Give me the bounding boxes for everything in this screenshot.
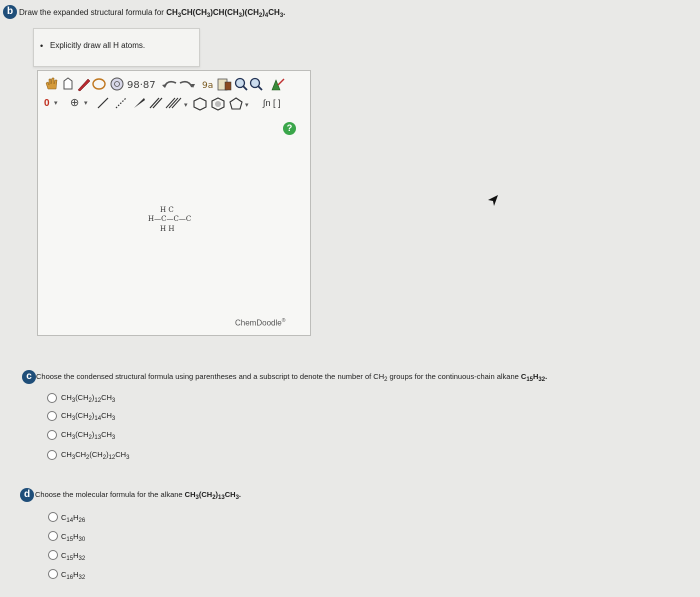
- zoom-in-icon[interactable]: [234, 77, 248, 91]
- pencil-icon[interactable]: [77, 78, 91, 92]
- part-b-badge: b: [3, 5, 17, 19]
- eraser-icon[interactable]: [63, 77, 73, 90]
- part-b-prompt-text: Draw the expanded structural formula for: [19, 8, 167, 17]
- part-b-formula: CH3CH(CH3)CH(CH3)(CH2)4CH3.: [166, 8, 286, 19]
- part-d-badge: d: [20, 488, 34, 502]
- svg-text:▾: ▾: [245, 102, 249, 109]
- part-c-prompt: Choose the condensed structural formula …: [36, 372, 548, 383]
- svg-text:9a: 9a: [202, 81, 213, 91]
- structure-row-top: H C: [160, 206, 174, 214]
- clipboard-icon[interactable]: [217, 78, 232, 91]
- toolbar-row-1: 98·87 9a: [45, 77, 285, 92]
- plus-charge-tool[interactable]: ⊕: [70, 97, 79, 109]
- help-icon[interactable]: ?: [283, 122, 296, 135]
- chemdoodle-watermark: ChemDoodle®: [235, 318, 286, 328]
- chemdoodle-editor[interactable]: 98·87 9a 0 ▾ ⊕ ▾ ▾ ▾ ∫n [] ? H C H—C—C—…: [37, 70, 311, 336]
- part-c-badge: c: [22, 370, 36, 384]
- instruction-box: • Explicitly draw all H atoms.: [33, 28, 200, 67]
- part-c-option-4-label[interactable]: CH3CH2(CH2)12CH3: [61, 450, 129, 461]
- mouse-cursor-icon: [488, 195, 498, 206]
- part-c-option-2-radio[interactable]: [47, 411, 57, 421]
- benzene-ring-icon[interactable]: [211, 97, 225, 111]
- double-bond-icon[interactable]: [149, 97, 163, 109]
- charge-dropdown-icon[interactable]: ▾: [54, 98, 58, 110]
- bracket-tool[interactable]: ∫n [ ]: [263, 98, 280, 108]
- bullet-icon: •: [40, 41, 44, 51]
- part-c-option-2-label[interactable]: CH3(CH2)14CH3: [61, 411, 115, 422]
- charge-tool[interactable]: 0: [44, 98, 50, 110]
- dashed-bond-icon[interactable]: [115, 97, 127, 109]
- structure-row-bottom: H H: [160, 225, 175, 233]
- template-icon[interactable]: 9a: [202, 81, 213, 91]
- part-c-option-1-radio[interactable]: [47, 393, 57, 403]
- atom-labels-icon[interactable]: 98·87: [127, 80, 156, 91]
- part-c-option-3-label[interactable]: CH3(CH2)13CH3: [61, 430, 115, 441]
- lasso-icon[interactable]: [92, 78, 106, 90]
- part-d-option-1-label[interactable]: C14H26: [61, 513, 85, 524]
- ring-dropdown-icon[interactable]: ▾: [245, 102, 249, 109]
- part-d-option-1-radio[interactable]: [48, 512, 58, 522]
- instruction-text: Explicitly draw all H atoms.: [50, 41, 146, 50]
- part-d-prompt: Choose the molecular formula for the alk…: [35, 490, 242, 501]
- part-c-option-3-radio[interactable]: [47, 430, 57, 440]
- pentagon-ring-icon[interactable]: [229, 97, 243, 110]
- part-d-option-4-radio[interactable]: [48, 569, 58, 579]
- part-c-option-4-radio[interactable]: [47, 450, 57, 460]
- part-d-option-2-label[interactable]: C15H30: [61, 532, 85, 543]
- undo-icon[interactable]: [162, 80, 177, 88]
- svg-text:▾: ▾: [184, 102, 188, 109]
- part-b-prompt: Draw the expanded structural formula for…: [19, 8, 286, 19]
- structure-row-middle: H—C—C—C: [148, 215, 192, 223]
- part-c-option-1-label[interactable]: CH3(CH2)12CH3: [61, 393, 115, 404]
- triple-bond-icon[interactable]: [165, 97, 182, 109]
- zoom-out-icon[interactable]: [249, 77, 263, 91]
- part-d-option-3-radio[interactable]: [48, 550, 58, 560]
- clean-icon[interactable]: [271, 78, 285, 91]
- redo-icon[interactable]: [179, 80, 195, 88]
- toolbar-row-2: ▾ ▾: [97, 97, 249, 111]
- wedge-bond-icon[interactable]: [134, 98, 145, 108]
- part-d-option-3-label[interactable]: C15H32: [61, 551, 85, 562]
- hand-tool-icon[interactable]: [45, 77, 58, 90]
- part-d-option-4-label[interactable]: C16H32: [61, 570, 85, 581]
- ring-icon[interactable]: [110, 77, 124, 91]
- hexagon-ring-icon[interactable]: [193, 97, 207, 111]
- part-d-option-2-radio[interactable]: [48, 531, 58, 541]
- single-bond-icon[interactable]: [97, 97, 109, 109]
- plus-dropdown-icon[interactable]: ▾: [84, 98, 88, 110]
- svg-text:98·87: 98·87: [127, 80, 156, 91]
- bond-dropdown-icon[interactable]: ▾: [184, 102, 188, 109]
